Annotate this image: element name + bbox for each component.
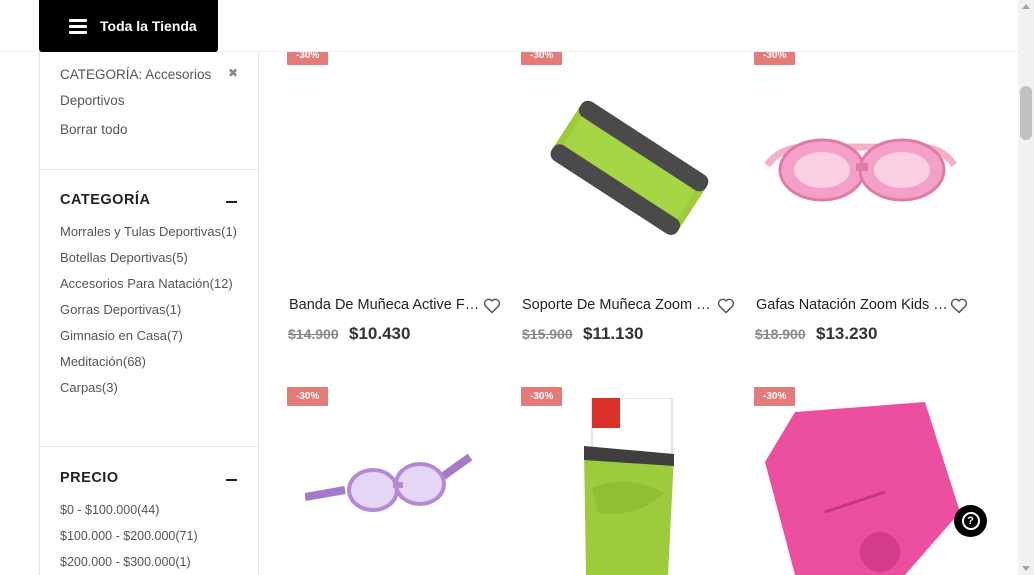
old-price: $15.900 xyxy=(522,326,573,342)
pink-towel-image[interactable] xyxy=(765,402,965,575)
scroll-up-arrow-icon[interactable] xyxy=(1022,4,1030,9)
clear-all-link[interactable]: Borrar todo xyxy=(60,122,128,137)
sale-price: $11.130 xyxy=(583,324,644,343)
wishlist-heart-icon[interactable] xyxy=(717,298,735,314)
collapse-price-icon[interactable] xyxy=(226,479,237,481)
divider xyxy=(40,446,258,447)
hamburger-icon xyxy=(69,18,87,34)
category-list: Morrales y Tulas Deportivas(1) Botellas … xyxy=(60,219,242,401)
wishlist-heart-icon[interactable] xyxy=(950,298,968,314)
old-price: $18.900 xyxy=(755,326,806,342)
discount-badge: -30% xyxy=(521,387,563,406)
category-item[interactable]: Carpas(3) xyxy=(60,375,242,401)
category-item[interactable]: Meditación(68) xyxy=(60,349,242,375)
store-menu-label: Toda la Tienda xyxy=(100,18,197,34)
price-range-item[interactable]: $0 - $100.000(44) xyxy=(60,497,242,523)
scroll-down-arrow-icon[interactable] xyxy=(1022,566,1030,571)
category-item[interactable]: Botellas Deportivas(5) xyxy=(60,245,242,271)
swim-goggles-purple-image[interactable] xyxy=(305,452,475,522)
price-list: $0 - $100.000(44) $100.000 - $200.000(71… xyxy=(60,497,242,575)
scrollbar-thumb[interactable] xyxy=(1020,86,1032,140)
product-name[interactable]: Banda De Muñeca Active F… xyxy=(289,297,481,313)
price-range-item[interactable]: $100.000 - $200.000(71) xyxy=(60,523,242,549)
question-icon: ? xyxy=(961,512,980,530)
store-menu-button[interactable]: Toda la Tienda xyxy=(39,0,218,52)
category-item[interactable]: Gimnasio en Casa(7) xyxy=(60,323,242,349)
help-button[interactable]: ? xyxy=(954,505,987,537)
elbow-support-image[interactable] xyxy=(578,398,678,575)
category-item[interactable]: Accesorios Para Natación(12) xyxy=(60,271,242,297)
page-scrollbar[interactable] xyxy=(1018,0,1034,575)
sale-price: $10.430 xyxy=(349,324,411,343)
divider xyxy=(40,169,258,170)
wristband-product-image[interactable] xyxy=(540,95,720,240)
remove-filter-icon[interactable]: ✖ xyxy=(228,66,238,80)
product-name[interactable]: Gafas Natación Zoom Kids … xyxy=(756,297,948,313)
product-name[interactable]: Soporte De Muñeca Zoom … xyxy=(522,297,714,313)
filter-sidebar: CATEGORÍA: Accesorios Deportivos ✖ Borra… xyxy=(39,52,259,575)
sale-price: $13.230 xyxy=(816,324,878,343)
category-item[interactable]: Gorras Deportivas(1) xyxy=(60,297,242,323)
wishlist-heart-icon[interactable] xyxy=(483,298,501,314)
collapse-category-icon[interactable] xyxy=(226,201,237,203)
price-section-title[interactable]: PRECIO xyxy=(60,470,119,486)
swim-goggles-pink-image[interactable] xyxy=(762,125,957,215)
active-filter-label: CATEGORÍA: Accesorios Deportivos xyxy=(60,67,212,108)
old-price: $14.900 xyxy=(288,326,339,342)
discount-badge: -30% xyxy=(287,387,329,406)
category-section-title[interactable]: CATEGORÍA xyxy=(60,192,150,208)
price-range-item[interactable]: $200.000 - $300.000(1) xyxy=(60,549,242,575)
category-item[interactable]: Morrales y Tulas Deportivas(1) xyxy=(60,219,242,245)
